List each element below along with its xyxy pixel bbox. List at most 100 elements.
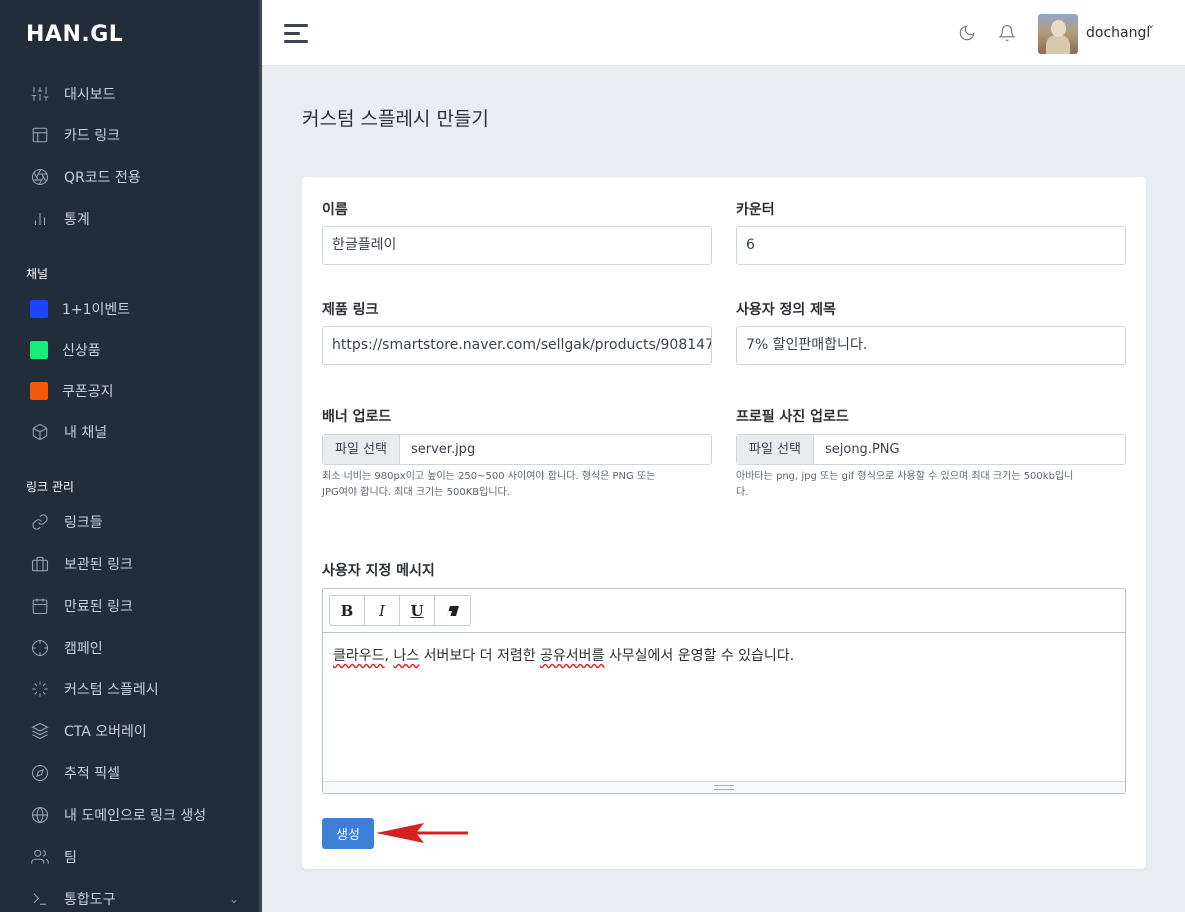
sidebar: HAN.GL 대시보드 카드 링크 QR코드 전용 통계 채널 1+1이벤트 신… (0, 0, 262, 912)
misspelled-word: 나스 (393, 648, 420, 664)
moon-icon[interactable] (958, 24, 978, 44)
eraser-icon[interactable] (435, 596, 470, 625)
channel-color-swatch (30, 341, 48, 359)
banner-help-line: JPG여야 합니다. 최대 크기는 500KB입니다. (322, 487, 510, 498)
profile-help-text: 아바타는 png, jpg 또는 gif 형식으로 사용할 수 있으며 최대 크… (736, 469, 1126, 501)
page-title: 커스텀 스플레시 만들기 (302, 108, 489, 130)
profile-help-line: 다. (736, 487, 749, 498)
sidebar-item-custom-domain[interactable]: 내 도메인으로 링크 생성 (30, 802, 206, 828)
bold-button[interactable]: B (330, 596, 365, 625)
sidebar-item-dashboard[interactable]: 대시보드 (30, 81, 116, 107)
sidebar-item-label: 만료된 링크 (64, 599, 133, 615)
product-link-input[interactable]: https://smartstore.naver.com/sellgak/pro… (322, 326, 712, 365)
sidebar-item-label: 통계 (64, 212, 90, 228)
chevron-down-icon[interactable]: ⌄ (229, 892, 239, 906)
banner-file-button[interactable]: 파일 선택 (323, 435, 400, 464)
sidebar-item-label: 추적 픽셀 (64, 766, 120, 782)
chevron-down-icon[interactable]: ˅ (1148, 24, 1154, 38)
sidebar-item-custom-splash[interactable]: 커스텀 스플레시 (30, 676, 159, 702)
avatar[interactable] (1038, 14, 1078, 54)
sidebar-item-label: 캠페인 (64, 641, 103, 657)
custom-title-label: 사용자 정의 제목 (736, 302, 836, 318)
profile-help-line: 아바타는 png, jpg 또는 gif 형식으로 사용할 수 있으며 최대 크… (736, 471, 1074, 482)
message-editor[interactable]: B I U 클라우드, 나스 서버보다 더 저렴한 공유서버를 사무실에서 운영… (322, 588, 1126, 794)
editor-resize-handle[interactable] (323, 781, 1125, 793)
sidebar-item-campaigns[interactable]: 캠페인 (30, 635, 103, 661)
text-segment: 사무실에서 운영할 수 있습니다. (604, 648, 795, 664)
sidebar-item-my-channel[interactable]: 내 채널 (30, 419, 107, 445)
channel-color-swatch (30, 382, 48, 400)
section-title-link-management: 링크 관리 (26, 480, 74, 494)
briefcase-icon (30, 554, 50, 574)
format-button-group: B I U (329, 595, 471, 626)
aperture-icon (30, 167, 50, 187)
link-icon (30, 512, 50, 532)
sidebar-item-channel-new-products[interactable]: 신상품 (30, 337, 101, 363)
brand-logo[interactable]: HAN.GL (26, 22, 123, 47)
red-arrow-annotation (376, 823, 468, 843)
profile-file-name: sejong.PNG (824, 442, 900, 457)
sidebar-item-label: 쿠폰공지 (62, 384, 114, 400)
banner-upload-label: 배너 업로드 (322, 409, 392, 425)
bar-chart-icon (30, 209, 50, 229)
calendar-icon (30, 596, 50, 616)
sidebar-item-archived-links[interactable]: 보관된 링크 (30, 551, 133, 577)
name-label: 이름 (322, 202, 348, 218)
underline-button[interactable]: U (400, 596, 435, 625)
banner-file-name: server.jpg (410, 442, 476, 457)
banner-help-text: 최소 너비는 980px이고 높이는 250~500 사이여야 합니다. 형식은… (322, 469, 712, 501)
profile-upload-label: 프로필 사진 업로드 (736, 409, 849, 425)
sidebar-item-label: CTA 오버레이 (64, 724, 147, 740)
product-link-label: 제품 링크 (322, 302, 379, 318)
sidebar-item-stats[interactable]: 통계 (30, 206, 90, 232)
italic-button[interactable]: I (365, 596, 400, 625)
banner-file-input[interactable]: 파일 선택 server.jpg (322, 434, 712, 465)
profile-file-button[interactable]: 파일 선택 (737, 435, 814, 464)
sidebar-item-label: 링크들 (64, 515, 103, 531)
editor-content[interactable]: 클라우드, 나스 서버보다 더 저렴한 공유서버를 사무실에서 운영할 수 있습… (333, 645, 794, 665)
profile-file-input[interactable]: 파일 선택 sejong.PNG (736, 434, 1126, 465)
section-title-channels: 채널 (26, 267, 49, 281)
sidebar-item-tracking-pixels[interactable]: 추적 픽셀 (30, 760, 120, 786)
bell-icon[interactable] (998, 24, 1018, 44)
sidebar-item-channel-coupon[interactable]: 쿠폰공지 (30, 378, 114, 404)
text-segment: 서버보다 더 저렴한 (419, 648, 541, 664)
sidebar-item-label: 1+1이벤트 (62, 302, 131, 318)
sidebar-item-label: 내 도메인으로 링크 생성 (64, 808, 207, 824)
sidebar-item-label: 팀 (64, 850, 77, 866)
users-icon (30, 847, 50, 867)
sidebar-item-label: 내 채널 (64, 425, 108, 441)
sidebar-item-label: 통합도구 (64, 892, 116, 908)
sidebar-item-integrations[interactable]: 통합도구 (30, 886, 116, 912)
sidebar-item-cta-overlay[interactable]: CTA 오버레이 (30, 718, 147, 744)
counter-input[interactable]: 6 (736, 226, 1126, 265)
sidebar-item-links[interactable]: 링크들 (30, 509, 103, 535)
sidebar-item-label: 커스텀 스플레시 (64, 682, 159, 698)
counter-label: 카운터 (736, 202, 775, 218)
box-icon (30, 422, 50, 442)
channel-color-swatch (30, 300, 48, 318)
layers-icon (30, 721, 50, 741)
sidebar-item-label: QR코드 전용 (64, 170, 141, 186)
sidebar-item-channel-event[interactable]: 1+1이벤트 (30, 296, 130, 322)
layout-icon (30, 125, 50, 145)
sidebar-item-card-link[interactable]: 카드 링크 (30, 122, 120, 148)
terminal-icon (30, 889, 50, 909)
misspelled-word: 클라우드 (333, 648, 385, 664)
sidebar-item-label: 보관된 링크 (64, 557, 133, 573)
sidebar-item-team[interactable]: 팀 (30, 844, 77, 870)
create-button[interactable]: 생성 (322, 818, 374, 849)
sidebar-item-label: 신상품 (62, 343, 101, 359)
sidebar-item-label: 카드 링크 (64, 128, 120, 144)
custom-title-input[interactable]: 7% 할인판매합니다. (736, 326, 1126, 365)
crosshair-icon (30, 638, 50, 658)
sidebar-item-expired-links[interactable]: 만료된 링크 (30, 593, 133, 619)
misspelled-word: 공유서버를 (540, 648, 605, 664)
menu-toggle-icon[interactable] (284, 24, 308, 44)
name-input[interactable]: 한글플레이 (322, 226, 712, 265)
sidebar-item-qr-code[interactable]: QR코드 전용 (30, 164, 141, 190)
username[interactable]: dochangl (1086, 25, 1150, 41)
compass-icon (30, 763, 50, 783)
globe-icon (30, 805, 50, 825)
loader-icon (30, 679, 50, 699)
